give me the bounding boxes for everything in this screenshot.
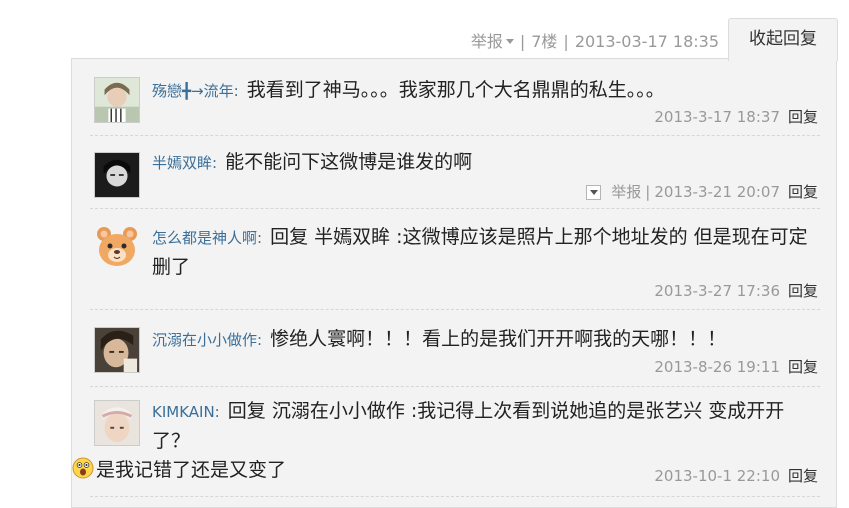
comment-timestamp: 2013-3-21 20:07 [654, 183, 780, 201]
floor-meta-separator: | [519, 32, 526, 51]
comment-text-line2: 是我记错了还是又变了 [96, 459, 287, 481]
comment-username[interactable]: 半嫣双眸: [152, 154, 217, 172]
comment-body: 殇戀╋→流年: 我看到了神马。。。我家那几个大名鼎鼎的私生。。。 [152, 76, 808, 106]
comment-username[interactable]: 殇戀╋→流年: [152, 82, 239, 100]
dropdown-toggle-icon[interactable] [586, 185, 602, 200]
avatar[interactable] [94, 152, 140, 198]
comment-item: 殇戀╋→流年: 我看到了神马。。。我家那几个大名鼎鼎的私生。。。 2013-3-… [72, 59, 838, 136]
report-button[interactable]: 举报 [611, 183, 641, 201]
avatar-image [95, 153, 139, 197]
collapse-replies-button[interactable]: 收起回复 [728, 18, 838, 61]
comment-meta: 2013-3-17 18:37 回复 [654, 106, 818, 127]
comment-line: KIMKAIN: 回复 沉溺在小小做作 :我记得上次看到说她追的是张艺兴 变成开… [152, 397, 808, 456]
reply-button[interactable]: 回复 [788, 108, 818, 126]
avatar[interactable] [94, 327, 140, 373]
meta-separator: | [645, 183, 651, 201]
shocked-face-icon [72, 457, 94, 479]
comment-body: 半嫣双眸: 能不能问下这微博是谁发的啊 [152, 148, 808, 178]
reply-button[interactable]: 回复 [788, 358, 818, 376]
floor-number: 7楼 [531, 32, 558, 51]
comment-item: KIMKAIN: 回复 沉溺在小小做作 :我记得上次看到说她追的是张艺兴 变成开… [72, 387, 838, 497]
comment-item: 沉溺在小小做作: 惨绝人寰啊！！！看上的是我们开开啊我的天哪！！！ 2013-8… [72, 310, 838, 387]
avatar[interactable] [94, 77, 140, 123]
comment-item: 半嫣双眸: 能不能问下这微博是谁发的啊 举报 | 2013-3-21 20:07 回复 [72, 136, 838, 209]
floor-header: 举报 | 7楼 | 2013-03-17 18:35 收起回复 [0, 0, 849, 61]
comment-body: 怎么都是神人啊: 回复 半嫣双眸 :这微博应该是照片上那个地址发的 但是现在可定… [152, 223, 808, 282]
comment-meta: 举报 | 2013-3-21 20:07 回复 [586, 181, 818, 202]
floor-timestamp: 2013-03-17 18:35 [574, 32, 719, 51]
reply-button[interactable]: 回复 [788, 183, 818, 201]
chevron-down-icon [505, 39, 514, 44]
comment-timestamp: 2013-3-17 18:37 [654, 108, 780, 126]
comment-text: 惨绝人寰啊！！！看上的是我们开开啊我的天哪！！！ [264, 328, 727, 350]
comment-text: 我看到了神马。。。我家那几个大名鼎鼎的私生。。。 [240, 79, 665, 101]
divider [90, 496, 820, 497]
avatar-image [95, 401, 139, 445]
floor-report-button[interactable]: 举报 [471, 32, 514, 51]
comment-timestamp: 2013-3-27 17:36 [654, 282, 780, 300]
avatar[interactable] [94, 400, 140, 446]
comment-meta: 2013-10-1 22:10 回复 [654, 465, 818, 486]
comment-username[interactable]: 沉溺在小小做作: [152, 331, 262, 349]
reply-button[interactable]: 回复 [788, 282, 818, 300]
avatar-image [95, 328, 139, 372]
floor-meta-separator: | [563, 32, 569, 51]
comment-timestamp: 2013-8-26 19:11 [654, 358, 780, 376]
comment-text: 能不能问下这微博是谁发的啊 [219, 151, 473, 173]
comment-username[interactable]: KIMKAIN: [152, 403, 220, 421]
avatar-image [95, 78, 139, 122]
comment-body: 沉溺在小小做作: 惨绝人寰啊！！！看上的是我们开开啊我的天哪！！！ [152, 325, 808, 355]
comment-timestamp: 2013-10-1 22:10 [654, 467, 780, 485]
reply-button[interactable]: 回复 [788, 467, 818, 485]
bear-avatar-image [94, 224, 140, 270]
comment-item: 怎么都是神人啊: 回复 半嫣双眸 :这微博应该是照片上那个地址发的 但是现在可定… [72, 209, 838, 310]
reply-panel: 殇戀╋→流年: 我看到了神马。。。我家那几个大名鼎鼎的私生。。。 2013-3-… [71, 58, 837, 508]
comment-text: 回复 沉溺在小小做作 :我记得上次看到说她追的是张艺兴 变成开开了？ [152, 400, 785, 452]
avatar[interactable] [94, 224, 140, 270]
comment-username[interactable]: 怎么都是神人啊: [152, 229, 262, 247]
comment-meta: 2013-3-27 17:36 回复 [654, 280, 818, 301]
floor-meta: 举报 | 7楼 | 2013-03-17 18:35 [471, 28, 719, 52]
comment-meta: 2013-8-26 19:11 回复 [654, 356, 818, 377]
floor-report-label: 举报 [470, 32, 503, 51]
